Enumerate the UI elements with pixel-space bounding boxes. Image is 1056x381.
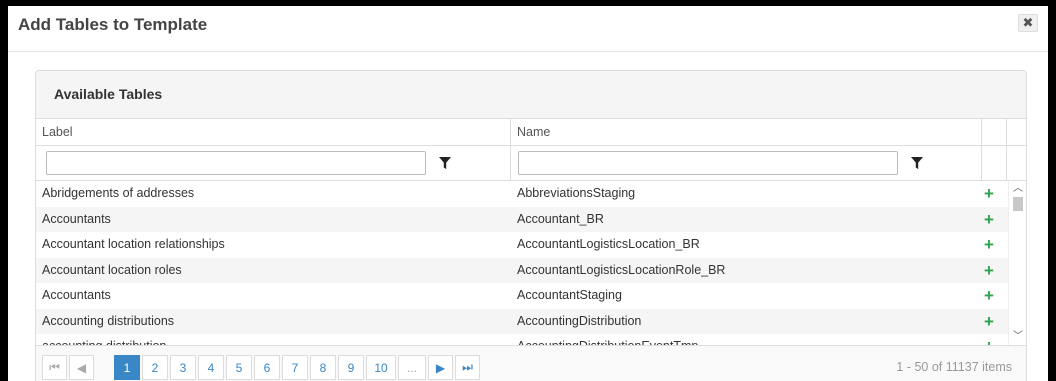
prev-page-icon[interactable]: ◀ <box>69 355 94 380</box>
plus-icon[interactable]: + <box>982 232 996 258</box>
table-row[interactable]: Accounting distributions AccountingDistr… <box>36 308 1026 335</box>
page-button[interactable]: 2 <box>142 355 168 380</box>
table-row[interactable]: Abridgements of addresses AbbreviationsS… <box>36 181 1026 207</box>
scrollbar-thumb[interactable] <box>1013 197 1023 211</box>
table-row[interactable]: Accountants AccountantStaging + <box>36 283 1026 309</box>
page-button[interactable]: 1 <box>114 355 140 380</box>
label-filter-input[interactable] <box>46 151 426 175</box>
page-button[interactable]: 3 <box>170 355 196 380</box>
plus-icon[interactable]: + <box>982 258 996 284</box>
row-name: Accountant_BR <box>517 211 604 226</box>
column-divider <box>1006 146 1007 181</box>
page-button[interactable]: 7 <box>282 355 308 380</box>
page-button[interactable]: 5 <box>226 355 252 380</box>
next-page-icon[interactable]: ▶ <box>428 355 453 380</box>
row-name: AbbreviationsStaging <box>517 186 636 200</box>
row-label: Accountant location relationships <box>42 237 225 251</box>
vertical-scrollbar[interactable]: ︿ ﹀ <box>1008 181 1026 346</box>
available-tables-panel: Available Tables Label Name Abridgements… <box>35 70 1027 381</box>
page-ellipsis-button[interactable]: ... <box>398 355 426 380</box>
panel-header: Available Tables <box>36 71 1026 119</box>
column-header-label[interactable]: Label <box>36 119 511 146</box>
grid-body: Abridgements of addresses AbbreviationsS… <box>36 181 1026 346</box>
filter-row <box>36 146 1026 181</box>
table-row[interactable]: Accountant location relationships Accoun… <box>36 232 1026 258</box>
row-name: AccountingDistribution <box>517 313 642 328</box>
page-button[interactable]: 4 <box>198 355 224 380</box>
plus-icon[interactable]: + <box>982 207 996 233</box>
pager-info: 1 - 50 of 11137 items <box>896 360 1012 374</box>
last-page-icon[interactable]: ⏭ <box>455 355 480 380</box>
column-divider <box>510 119 511 146</box>
name-filter-input[interactable] <box>518 151 898 175</box>
row-label: Abridgements of addresses <box>42 186 195 200</box>
plus-icon[interactable]: + <box>982 283 996 309</box>
row-name: AccountantLogisticsLocation_BR <box>517 237 700 251</box>
page-button[interactable]: 9 <box>338 355 364 380</box>
row-label: Accountant location roles <box>42 262 182 277</box>
row-label: Accountants <box>42 288 111 302</box>
tables-grid: Label Name Abridgements of addresses Abb… <box>36 119 1026 346</box>
plus-icon[interactable]: + <box>982 181 996 207</box>
row-name: AccountantStaging <box>517 288 622 302</box>
row-label: Accounting distributions <box>42 313 175 328</box>
page-button[interactable]: 8 <box>310 355 336 380</box>
close-icon[interactable]: ✖ <box>1018 14 1038 32</box>
plus-icon[interactable]: + <box>982 309 996 335</box>
dialog-title: Add Tables to Template <box>18 15 208 34</box>
chevron-up-icon[interactable]: ︿ <box>1011 183 1025 195</box>
column-divider <box>1006 119 1007 146</box>
column-divider <box>510 146 511 181</box>
page-button[interactable]: 6 <box>254 355 280 380</box>
column-divider <box>981 119 982 146</box>
column-header-name[interactable]: Name <box>511 119 981 146</box>
pagination-bar: ⏮ ◀ 1 2 3 4 5 6 7 8 9 10 ... ▶ ⏭ 1 - 50 … <box>36 345 1026 381</box>
chevron-down-icon[interactable]: ﹀ <box>1011 331 1025 343</box>
table-row[interactable]: Accountants Accountant_BR + <box>36 206 1026 233</box>
filter-icon[interactable] <box>902 151 932 175</box>
column-divider <box>981 146 982 181</box>
grid-header-row: Label Name <box>36 119 1026 146</box>
table-row[interactable]: Accountant location roles AccountantLogi… <box>36 257 1026 284</box>
add-tables-dialog: Add Tables to Template ✖ Available Table… <box>8 6 1048 381</box>
filter-icon[interactable] <box>430 151 460 175</box>
row-name: AccountantLogisticsLocationRole_BR <box>517 262 726 277</box>
panel-title: Available Tables <box>54 86 163 102</box>
dialog-header: Add Tables to Template ✖ <box>8 6 1048 52</box>
row-label: Accountants <box>42 211 111 226</box>
first-page-icon[interactable]: ⏮ <box>42 355 67 380</box>
page-button[interactable]: 10 <box>366 355 396 380</box>
